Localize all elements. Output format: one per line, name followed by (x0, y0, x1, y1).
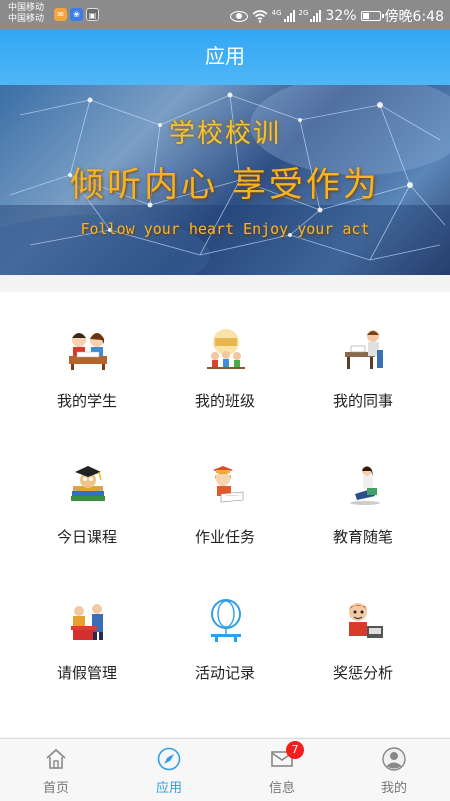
app-reward-analysis[interactable]: 奖惩分析 (288, 564, 438, 700)
tab-label: 信息 (268, 781, 295, 796)
app-label: 作业任务 (194, 528, 255, 546)
tab-label: 我的 (380, 781, 407, 796)
class-icon (207, 329, 245, 369)
signal-icon-2 (310, 10, 322, 22)
app-label: 我的学生 (56, 392, 117, 410)
home-icon (46, 748, 66, 769)
bottom-nav: 首页 应用 7 信息 我的 (0, 738, 450, 801)
tab-messages[interactable]: 7 信息 (226, 739, 338, 801)
app-homework-tasks[interactable]: 作业任务 (150, 428, 300, 564)
app-today-courses[interactable]: 今日课程 (12, 428, 162, 564)
battery-icon (360, 11, 384, 21)
app-label: 教育随笔 (332, 528, 393, 546)
app-activity-records[interactable]: 活动记录 (150, 564, 300, 700)
tab-label: 应用 (155, 781, 182, 796)
tab-apps[interactable]: 应用 (113, 739, 225, 801)
app-label: 今日课程 (56, 528, 117, 546)
clock: 傍晚6:48 (384, 9, 444, 25)
tab-home[interactable]: 首页 (0, 739, 112, 801)
banner-heading: 学校校训 (168, 119, 281, 149)
banner-motto: 倾听内心 享受作为 (70, 165, 380, 205)
courses-icon (71, 466, 105, 501)
baidu-icon: ❀ (70, 8, 83, 21)
notification-icons: ✉ ❀ ▣ (54, 8, 99, 21)
battery-percent: 32% (325, 8, 357, 24)
colleagues-icon (345, 330, 383, 369)
unread-badge: 7 (286, 741, 304, 759)
carrier-info: 中国移动 中国移动 (8, 3, 44, 25)
system-indicators: 4G 2G 32% 傍晚6:48 (229, 6, 444, 26)
app-my-students[interactable]: 我的学生 (12, 292, 162, 428)
app-label: 我的班级 (194, 392, 255, 410)
students-icon (69, 333, 107, 370)
network-type-2: 2G (298, 9, 309, 17)
status-bar: 中国移动 中国移动 ✉ ❀ ▣ 4G 2G 32% 傍晚6:48 (0, 0, 450, 30)
profile-icon (382, 747, 406, 771)
carrier-2: 中国移动 (8, 14, 45, 24)
tab-profile[interactable]: 我的 (338, 739, 450, 801)
network-type-1: 4G (271, 9, 282, 17)
signal-icon-1 (283, 10, 295, 22)
app-label: 奖惩分析 (332, 664, 393, 682)
app-leave-management[interactable]: 请假管理 (12, 564, 162, 700)
carrier-1: 中国移动 (8, 3, 45, 13)
app-notification-icon: ▣ (86, 8, 99, 21)
wifi-icon (252, 9, 268, 23)
app-header: 应用 (0, 30, 450, 85)
leave-icon (71, 604, 103, 640)
mail-notification-icon: ✉ (54, 8, 67, 21)
essay-icon (350, 466, 380, 505)
app-label: 活动记录 (194, 664, 255, 682)
compass-icon (157, 747, 181, 771)
app-label: 请假管理 (56, 664, 117, 682)
school-motto-banner[interactable]: 学校校训 倾听内心 享受作为 Follow your heart Enjoy y… (0, 85, 450, 275)
app-education-essays[interactable]: 教育随笔 (288, 428, 438, 564)
app-my-class[interactable]: 我的班级 (150, 292, 300, 428)
activity-icon (211, 599, 241, 642)
homework-icon (213, 466, 244, 503)
app-grid: 我的学生 我的班级 我的同事 今日课程 作业任务 教育随笔 请假管理 活动记录 … (0, 292, 450, 737)
eye-comfort-icon (229, 10, 248, 22)
app-my-colleagues[interactable]: 我的同事 (288, 292, 438, 428)
page-title: 应用 (205, 44, 245, 68)
reward-icon (349, 603, 383, 638)
app-label: 我的同事 (332, 392, 393, 410)
tab-label: 首页 (42, 781, 69, 796)
banner-motto-english: Follow your heart Enjoy your act (80, 220, 370, 238)
